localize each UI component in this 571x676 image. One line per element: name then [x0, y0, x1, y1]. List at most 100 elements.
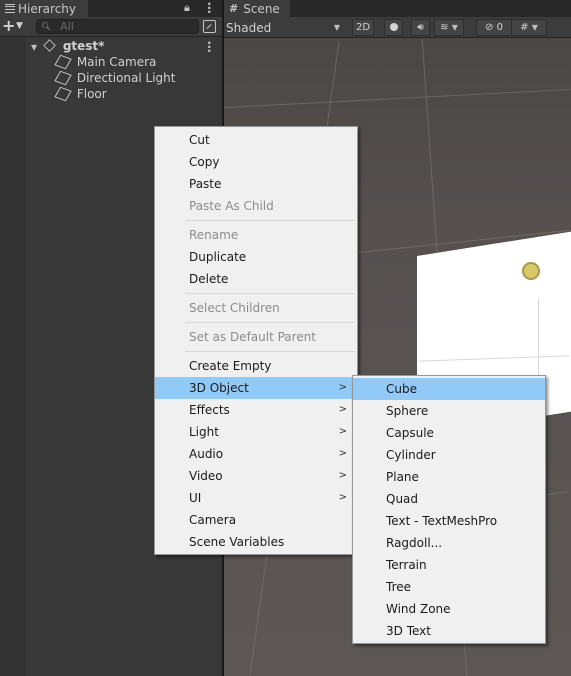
search-icon: 🔍︎: [41, 22, 52, 31]
menu-separator: [155, 217, 357, 224]
hierarchy-item-label: Main Camera: [76, 55, 157, 69]
submenu-3d-object: Cube Sphere Capsule Cylinder Plane Quad …: [352, 375, 546, 644]
sun-icon[interactable]: [524, 264, 538, 278]
menu-item-duplicate[interactable]: Duplicate: [155, 246, 357, 268]
chevron-right-icon: >: [338, 470, 347, 481]
menu-item-label: Audio: [189, 447, 224, 461]
scene-root-row[interactable]: ▼ gtest*: [31, 38, 104, 54]
menu-item-label: Duplicate: [189, 250, 247, 264]
menu-item-label: Video: [189, 469, 223, 483]
search-options-icon[interactable]: [203, 20, 216, 33]
menu-item-label: Effects: [189, 403, 230, 417]
kebab-menu-icon[interactable]: · · ·: [207, 0, 212, 18]
menu-item-label: Paste As Child: [189, 199, 274, 213]
menu-item-video[interactable]: Video >: [155, 465, 357, 487]
menu-item-light[interactable]: Light >: [155, 421, 357, 443]
menu-item-set-default-parent: Set as Default Parent: [155, 326, 357, 348]
menu-separator: [155, 348, 357, 355]
audio-toggle-button[interactable]: 🔊︎: [411, 19, 430, 36]
chevron-right-icon: >: [338, 492, 347, 503]
menu-separator: [155, 319, 357, 326]
chevron-down-icon[interactable]: ▼: [16, 21, 23, 31]
menu-item-effects[interactable]: Effects >: [155, 399, 357, 421]
tab-hierarchy-label: Hierarchy: [18, 1, 77, 16]
unity-logo-icon: [43, 39, 56, 52]
menu-item-select-children: Select Children: [155, 297, 357, 319]
menu-item-label: Sphere: [386, 404, 429, 418]
menu-item-label: Camera: [189, 513, 237, 527]
menu-item-scene-variables[interactable]: Scene Variables: [155, 531, 357, 553]
menu-item-copy[interactable]: Copy: [155, 151, 357, 173]
hierarchy-item-label: Directional Light: [76, 71, 176, 85]
menu-item-label: Set as Default Parent: [189, 330, 317, 344]
tab-hierarchy[interactable]: Hierarchy: [0, 0, 88, 17]
chevron-right-icon: >: [338, 404, 347, 415]
search-input[interactable]: [60, 20, 181, 33]
hierarchy-tab-bar: Hierarchy 🔒︎ · · ·: [0, 0, 222, 18]
submenu-item-quad[interactable]: Quad: [353, 488, 545, 510]
chevron-right-icon: >: [338, 426, 347, 437]
hierarchy-item-directional-light[interactable]: Directional Light: [54, 70, 176, 86]
hierarchy-item-label: Floor: [76, 87, 107, 101]
submenu-item-cube[interactable]: Cube: [353, 378, 545, 400]
menu-item-audio[interactable]: Audio >: [155, 443, 357, 465]
menu-item-label: Light: [189, 425, 219, 439]
submenu-item-3d-text[interactable]: 3D Text: [353, 620, 545, 642]
menu-separator: [155, 290, 357, 297]
lighting-toggle-button[interactable]: [384, 19, 403, 36]
shading-mode-dropdown[interactable]: Shaded ▼: [226, 19, 344, 36]
grid-icon: #: [520, 22, 529, 33]
chevron-right-icon: >: [338, 448, 347, 459]
scene-tab-bar: # Scene: [224, 0, 571, 17]
hierarchy-toolbar: + ▼ 🔍︎: [0, 17, 222, 37]
menu-item-camera[interactable]: Camera: [155, 509, 357, 531]
layers-icon: ≋: [440, 22, 449, 33]
submenu-item-capsule[interactable]: Capsule: [353, 422, 545, 444]
chevron-right-icon: >: [338, 382, 347, 393]
submenu-item-wind-zone[interactable]: Wind Zone: [353, 598, 545, 620]
scene-kebab-menu-icon[interactable]: · · ·: [207, 37, 212, 57]
hash-icon: #: [229, 2, 239, 15]
chevron-down-icon: ▼: [451, 23, 458, 32]
menu-item-label: UI: [189, 491, 202, 505]
lock-icon[interactable]: 🔒︎: [184, 1, 190, 15]
menu-item-label: Rename: [189, 228, 239, 242]
list-icon: [3, 3, 15, 14]
menu-item-ui[interactable]: UI >: [155, 487, 357, 509]
menu-item-label: Cut: [189, 133, 210, 147]
submenu-item-tree[interactable]: Tree: [353, 576, 545, 598]
scene-toolbar: Shaded ▼ 2D 🔊︎ ≋ ▼ ⊘ 0 # ▼: [224, 17, 571, 38]
menu-item-label: Paste: [189, 177, 222, 191]
cube-icon: [54, 86, 72, 102]
context-menu: Cut Copy Paste Paste As Child Rename Dup…: [154, 126, 358, 555]
submenu-item-plane[interactable]: Plane: [353, 466, 545, 488]
hierarchy-item-main-camera[interactable]: Main Camera: [54, 54, 157, 70]
menu-item-create-empty[interactable]: Create Empty: [155, 355, 357, 377]
hidden-count: 0: [496, 22, 503, 33]
menu-item-paste[interactable]: Paste: [155, 173, 357, 195]
cube-icon: [54, 54, 72, 70]
submenu-item-ragdoll[interactable]: Ragdoll...: [353, 532, 545, 554]
hidden-objects-toggle-button[interactable]: ⊘ 0: [476, 19, 512, 36]
search-field[interactable]: 🔍︎: [36, 19, 199, 34]
toggle-2d-button[interactable]: 2D: [352, 19, 374, 36]
menu-item-label: Scene Variables: [189, 535, 285, 549]
hierarchy-item-floor[interactable]: Floor: [54, 86, 107, 102]
menu-item-label: Delete: [189, 272, 229, 286]
grid-toggle-button[interactable]: # ▼: [511, 19, 547, 36]
menu-item-delete[interactable]: Delete: [155, 268, 357, 290]
add-button[interactable]: +: [2, 18, 15, 34]
submenu-item-sphere[interactable]: Sphere: [353, 400, 545, 422]
tab-scene[interactable]: # Scene: [224, 0, 290, 17]
foldout-arrow-icon[interactable]: ▼: [31, 43, 37, 52]
menu-item-label: Copy: [189, 155, 220, 169]
submenu-item-terrain[interactable]: Terrain: [353, 554, 545, 576]
submenu-item-text-textmeshpro[interactable]: Text - TextMeshPro: [353, 510, 545, 532]
menu-item-3d-object[interactable]: 3D Object >: [155, 377, 357, 399]
tab-scene-label: Scene: [243, 1, 280, 16]
shading-mode-value: Shaded: [226, 20, 272, 35]
submenu-item-cylinder[interactable]: Cylinder: [353, 444, 545, 466]
effects-toggle-button[interactable]: ≋ ▼: [434, 19, 464, 36]
menu-item-cut[interactable]: Cut: [155, 129, 357, 151]
menu-item-paste-as-child: Paste As Child: [155, 195, 357, 217]
